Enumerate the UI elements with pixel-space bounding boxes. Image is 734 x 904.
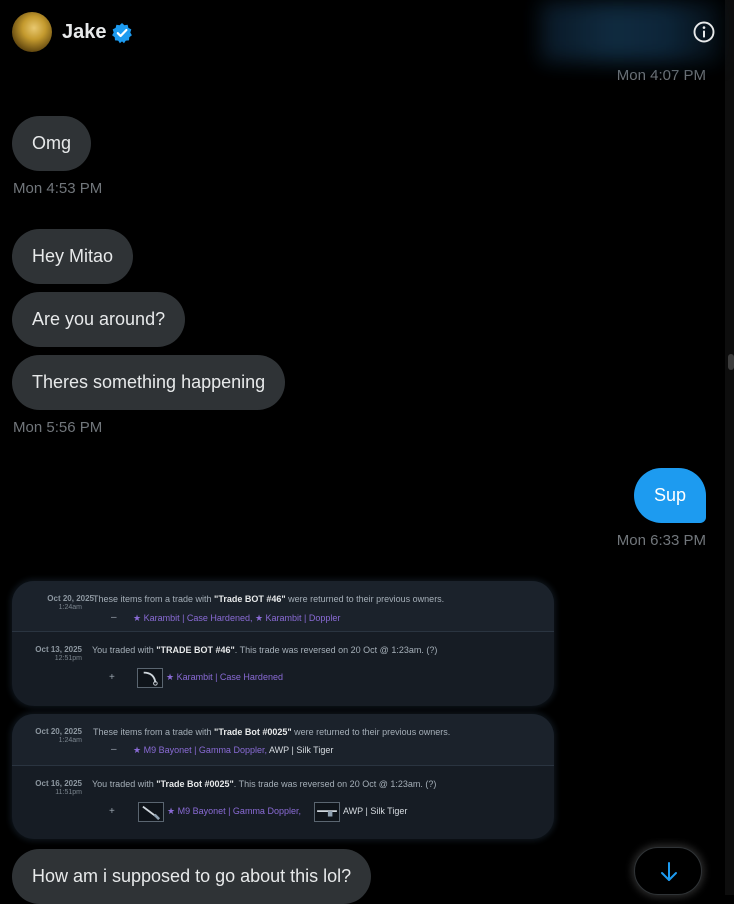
message-timestamp: Mon 4:53 PM <box>13 180 103 197</box>
trade-traded-row: Oct 13, 2025 12:51pm You traded with "TR… <box>12 632 554 706</box>
trade-date: Oct 20, 2025 <box>35 727 82 736</box>
trade-description: These items from a trade with "Trade BOT… <box>93 594 445 604</box>
received-message[interactable]: How am i supposed to go about this lol? <box>12 849 372 904</box>
conversation-header: Jake <box>0 0 725 64</box>
received-message[interactable]: Are you around? <box>12 292 186 347</box>
trade-description: These items from a trade with "Trade Bot… <box>93 727 451 737</box>
received-message[interactable]: Omg <box>12 116 92 171</box>
trade-time: 1:24am <box>58 737 82 744</box>
trade-date: Oct 20, 2025 <box>47 594 94 603</box>
trade-minus-mark: – <box>111 612 117 623</box>
received-message[interactable]: Hey Mitao <box>12 229 134 284</box>
trade-items: ★ Karambit | Case Hardened, ★ Karambit |… <box>133 613 341 623</box>
trade-traded-row: Oct 16, 2025 11:51pm You traded with "Tr… <box>12 766 554 839</box>
trade-history-image[interactable]: Oct 20, 2025 1:24am These items from a t… <box>12 581 554 706</box>
trade-plus-mark: + <box>109 672 115 683</box>
trade-items: AWP | Silk Tiger <box>343 806 408 816</box>
message-timestamp: Mon 5:56 PM <box>13 419 103 436</box>
trade-description: You traded with "TRADE BOT #46". This tr… <box>92 645 438 655</box>
scrollbar-track[interactable] <box>725 0 734 895</box>
contact-name[interactable]: Jake <box>62 20 107 44</box>
trade-plus-mark: + <box>109 806 115 817</box>
trade-date: Oct 13, 2025 <box>35 645 82 654</box>
arrow-down-icon <box>661 862 677 881</box>
trade-time: 1:24am <box>58 604 82 611</box>
verified-badge-icon <box>111 22 133 44</box>
trade-date: Oct 16, 2025 <box>35 779 82 788</box>
sent-message[interactable]: Sup <box>633 468 706 523</box>
received-message[interactable]: Theres something happening <box>12 355 286 410</box>
trade-time: 11:51pm <box>55 789 82 796</box>
avatar[interactable] <box>12 12 52 52</box>
trade-items: ★ Karambit | Case Hardened <box>166 672 283 682</box>
karambit-thumbnail-icon <box>137 668 163 688</box>
trade-items: ★ M9 Bayonet | Gamma Doppler, AWP | Silk… <box>133 745 334 755</box>
trade-minus-mark: – <box>111 744 117 755</box>
trade-time: 12:51pm <box>54 655 82 662</box>
message-timestamp: Mon 4:07 PM <box>616 67 706 84</box>
trade-history-image[interactable]: Oct 20, 2025 1:24am These items from a t… <box>12 714 554 839</box>
message-timestamp: Mon 6:33 PM <box>616 532 706 549</box>
awp-thumbnail-icon <box>314 802 340 822</box>
trade-returned-row: Oct 20, 2025 1:24am These items from a t… <box>12 714 554 765</box>
bayonet-thumbnail-icon <box>138 802 164 822</box>
info-icon[interactable] <box>692 20 716 44</box>
trade-description: You traded with "Trade Bot #0025". This … <box>92 779 437 789</box>
trade-items: ★ M9 Bayonet | Gamma Doppler, <box>167 806 301 816</box>
trade-returned-row: Oct 20, 2025 1:24am These items from a t… <box>12 581 554 631</box>
scroll-to-bottom-button[interactable] <box>634 847 702 895</box>
scrollbar-thumb[interactable] <box>728 354 734 370</box>
